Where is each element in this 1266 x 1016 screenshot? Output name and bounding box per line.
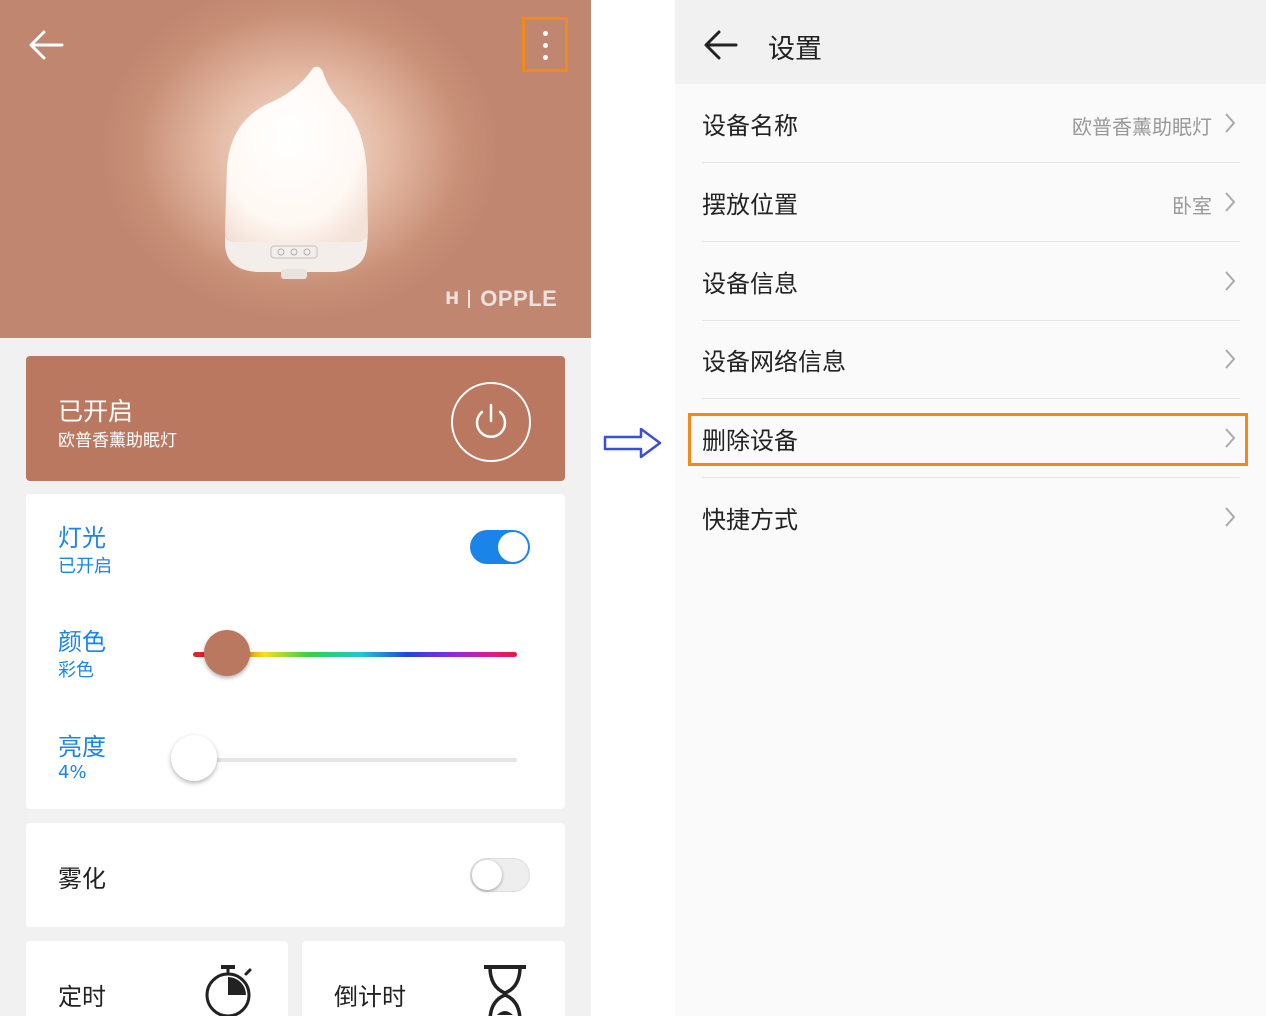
more-dot xyxy=(543,55,548,60)
row-value: 卧室 xyxy=(1172,194,1212,218)
settings-row-device-info[interactable]: 设备信息 xyxy=(702,242,1240,321)
timer-card[interactable]: 定时 xyxy=(26,941,288,1016)
chevron-right-icon xyxy=(1225,271,1236,291)
page-title: 设置 xyxy=(768,34,822,65)
chevron-right-icon xyxy=(1225,507,1236,527)
brand-separator xyxy=(468,290,471,308)
brand-logo: H OPPLE xyxy=(445,286,557,312)
device-control-screen: H OPPLE 已开启 欧普香薰助眠灯 灯光 已开启 颜色 彩色 亮度 4% 雾… xyxy=(0,0,591,1016)
light-label: 灯光 xyxy=(58,524,106,552)
settings-header: 设置 xyxy=(675,0,1266,84)
mist-toggle[interactable] xyxy=(470,858,530,892)
row-value: 欧普香薰助眠灯 xyxy=(1072,115,1212,139)
delete-device-highlight xyxy=(688,413,1248,466)
settings-row-device-name[interactable]: 设备名称 欧普香薰助眠灯 xyxy=(702,84,1240,163)
chevron-right-icon xyxy=(1225,113,1236,133)
brightness-value: 4% xyxy=(58,762,87,783)
mist-control-card: 雾化 xyxy=(26,823,565,927)
color-label: 颜色 xyxy=(58,628,106,656)
more-vertical-icon xyxy=(543,31,548,36)
power-icon xyxy=(475,403,507,438)
mist-label: 雾化 xyxy=(58,865,106,893)
brightness-label: 亮度 xyxy=(58,733,106,761)
timer-label: 定时 xyxy=(58,983,106,1011)
row-label: 摆放位置 xyxy=(702,191,798,219)
settings-row-network-info[interactable]: 设备网络信息 xyxy=(702,320,1240,399)
toggle-knob xyxy=(498,532,528,562)
status-title: 已开启 xyxy=(58,397,134,426)
settings-row-shortcut[interactable]: 快捷方式 xyxy=(702,478,1240,557)
device-status-card: 已开启 欧普香薰助眠灯 xyxy=(26,356,565,481)
brightness-slider-thumb[interactable] xyxy=(171,735,217,781)
flow-arrow-icon xyxy=(603,427,662,459)
row-label: 设备网络信息 xyxy=(702,348,846,376)
device-hero-banner: H OPPLE xyxy=(0,0,591,338)
power-button[interactable] xyxy=(451,382,531,462)
settings-screen: 设置 设备名称 欧普香薰助眠灯 摆放位置 卧室 设备信息 设备网络信息 删除设备… xyxy=(675,0,1266,1016)
chevron-right-icon xyxy=(1225,192,1236,212)
countdown-label: 倒计时 xyxy=(334,983,406,1011)
color-slider-thumb[interactable] xyxy=(204,630,250,676)
brightness-slider-track[interactable] xyxy=(193,758,517,762)
brand-name: OPPLE xyxy=(480,286,558,311)
hourglass-icon xyxy=(484,965,526,1016)
color-value: 彩色 xyxy=(58,660,94,681)
settings-row-location[interactable]: 摆放位置 卧室 xyxy=(702,163,1240,242)
stopwatch-icon xyxy=(205,965,252,1016)
light-state: 已开启 xyxy=(58,556,112,577)
row-label: 快捷方式 xyxy=(702,506,798,534)
row-label: 设备信息 xyxy=(702,270,798,298)
toggle-knob xyxy=(472,860,502,890)
light-control-card: 灯光 已开启 颜色 彩色 亮度 4% xyxy=(26,494,565,809)
back-arrow-icon[interactable] xyxy=(703,27,739,63)
aroma-diffuser-image xyxy=(225,66,368,279)
row-label: 设备名称 xyxy=(702,112,798,140)
back-arrow-icon[interactable] xyxy=(26,26,66,64)
more-options-button[interactable] xyxy=(522,17,568,72)
countdown-card[interactable]: 倒计时 xyxy=(302,941,565,1016)
more-dot xyxy=(543,43,548,48)
light-toggle[interactable] xyxy=(470,530,530,564)
brand-mark: H xyxy=(445,289,459,309)
chevron-right-icon xyxy=(1225,349,1236,369)
device-name-label: 欧普香薰助眠灯 xyxy=(58,431,177,451)
